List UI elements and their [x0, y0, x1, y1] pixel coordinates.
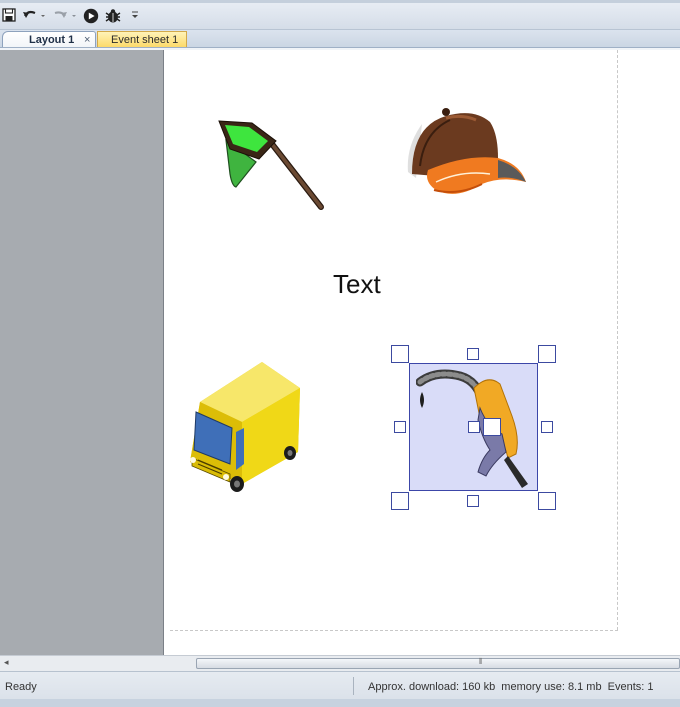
delivery-van-sprite[interactable]: [186, 360, 304, 494]
resize-handle-top-left[interactable]: [391, 345, 409, 363]
status-divider: [353, 677, 354, 695]
origin-handle[interactable]: [483, 418, 501, 436]
window-boundary-horizontal: [170, 630, 618, 631]
resize-handle-center[interactable]: [468, 421, 480, 433]
scrollbar-grip-icon: ⦀: [479, 657, 482, 666]
resize-handle-left[interactable]: [394, 421, 406, 433]
tab-layout-1[interactable]: Layout 1 ×: [2, 31, 96, 48]
status-bar: Ready Approx. download: 160 kb memory us…: [0, 671, 680, 707]
tab-layout-1-label: Layout 1: [29, 34, 75, 46]
layout-canvas[interactable]: Text: [164, 50, 680, 655]
butterfly-net-sprite[interactable]: [214, 116, 326, 212]
tab-event-sheet-1[interactable]: Event sheet 1: [97, 31, 187, 48]
layout-margin-area: [0, 50, 164, 655]
text-object[interactable]: Text: [333, 269, 381, 300]
tab-event-sheet-1-label: Event sheet 1: [111, 34, 179, 46]
quick-access-toolbar: [0, 0, 680, 30]
horizontal-scrollbar[interactable]: ◂ ⦀: [0, 655, 680, 671]
scroll-left-icon[interactable]: ◂: [4, 657, 9, 668]
redo-icon[interactable]: [52, 8, 78, 24]
undo-icon[interactable]: [22, 8, 46, 24]
save-icon[interactable]: [2, 8, 16, 24]
status-bottom-strip: [0, 699, 680, 707]
debug-icon[interactable]: [103, 8, 123, 24]
scrollbar-thumb[interactable]: ⦀: [196, 657, 680, 669]
run-icon[interactable]: [82, 8, 100, 24]
resize-handle-right[interactable]: [541, 421, 553, 433]
resize-handle-top[interactable]: [467, 348, 479, 360]
window-boundary-vertical: [617, 50, 618, 630]
resize-handle-bottom[interactable]: [467, 495, 479, 507]
baseball-cap-sprite[interactable]: [406, 106, 528, 202]
resize-handle-bottom-left[interactable]: [391, 492, 409, 510]
resize-handle-top-right[interactable]: [538, 345, 556, 363]
status-stats-text: Approx. download: 160 kb memory use: 8.1…: [368, 681, 654, 693]
customize-toolbar-icon[interactable]: [130, 8, 140, 24]
resize-handle-bottom-right[interactable]: [538, 492, 556, 510]
status-ready-text: Ready: [5, 681, 37, 693]
close-icon[interactable]: ×: [84, 32, 90, 48]
